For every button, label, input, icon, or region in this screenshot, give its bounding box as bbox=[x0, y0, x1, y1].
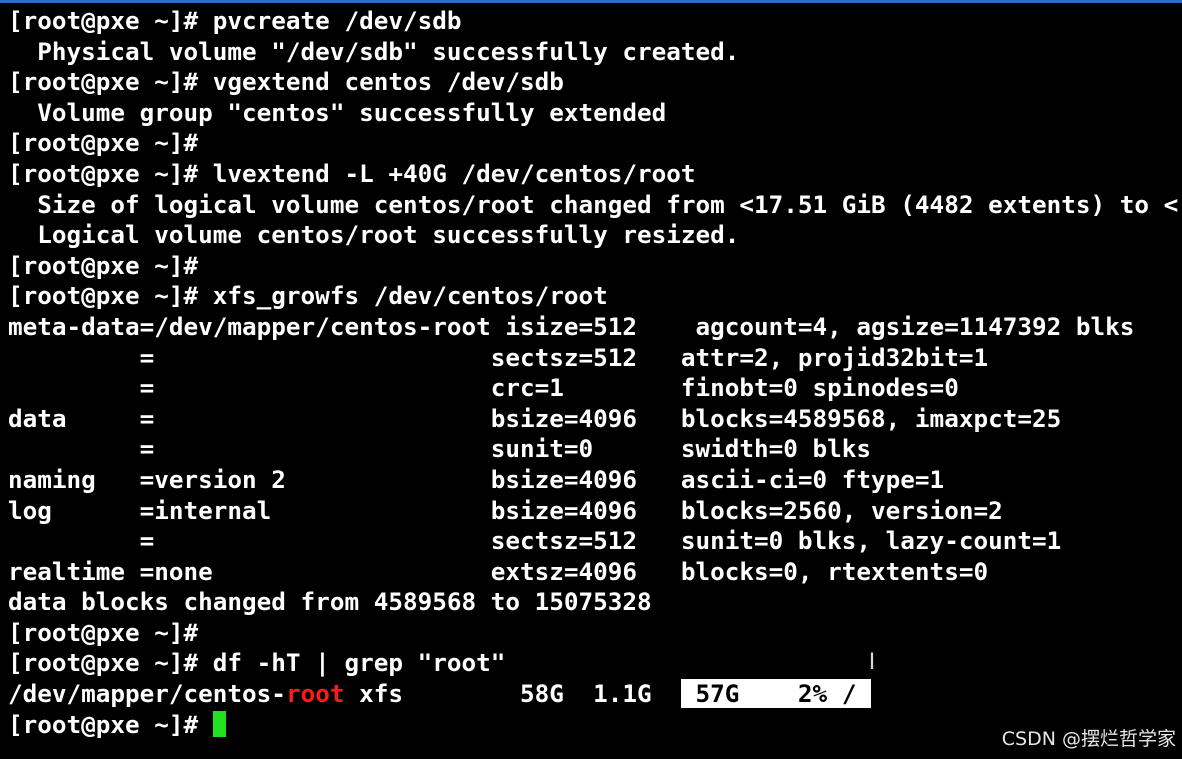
line-text: = sectsz=512 sunit=0 blks, lazy-count=1 bbox=[8, 526, 1062, 556]
line-text: [root@pxe ~]# pvcreate /dev/sdb bbox=[8, 6, 462, 35]
mouse-ibeam-icon: I bbox=[868, 650, 876, 675]
terminal-line: Logical volume centos/root successfully … bbox=[0, 220, 1182, 251]
line-text: [root@pxe ~]# lvextend -L +40G /dev/cent… bbox=[8, 158, 696, 188]
terminal-line: realtime =none extsz=4096 blocks=0, rtex… bbox=[0, 557, 1182, 588]
watermark: CSDN @摆烂哲学家 bbox=[1001, 728, 1176, 750]
line-text: Physical volume "/dev/sdb" successfully … bbox=[8, 36, 740, 66]
line-text: [root@pxe ~]# xfs_growfs /dev/centos/roo… bbox=[8, 281, 608, 311]
df-output-line: /dev/mapper/centos-root xfs 58G 1.1G 57G… bbox=[0, 679, 1182, 710]
terminal-line: [root@pxe ~]# bbox=[0, 618, 1182, 649]
line-text: data = bsize=4096 blocks=4589568, imaxpc… bbox=[8, 403, 1062, 433]
terminal-line: [root@pxe ~]# xfs_growfs /dev/centos/roo… bbox=[0, 281, 1182, 312]
terminal-line: Size of logical volume centos/root chang… bbox=[0, 190, 1182, 221]
window-top-border bbox=[0, 0, 1182, 3]
line-text: Size of logical volume centos/root chang… bbox=[8, 189, 1179, 219]
line-text: Volume group "centos" successfully exten… bbox=[8, 97, 667, 127]
terminal-line: = crc=1 finobt=0 spinodes=0 bbox=[0, 373, 1182, 404]
terminal-line: = sectsz=512 attr=2, projid32bit=1 bbox=[0, 343, 1182, 374]
line-text: [root@pxe ~]# bbox=[8, 250, 199, 280]
line-text: = sectsz=512 attr=2, projid32bit=1 bbox=[8, 342, 989, 372]
terminal-line: [root@pxe ~]# df -hT | grep "root" bbox=[0, 648, 1182, 679]
line-text: [root@pxe ~]# vgextend centos /dev/sdb bbox=[8, 67, 564, 97]
line-text: [root@pxe ~]# bbox=[8, 128, 199, 158]
line-text: realtime =none extsz=4096 blocks=0, rtex… bbox=[8, 556, 989, 586]
terminal-line: data blocks changed from 4589568 to 1507… bbox=[0, 587, 1182, 618]
line-text: = crc=1 finobt=0 spinodes=0 bbox=[8, 373, 959, 403]
terminal-line: naming =version 2 bsize=4096 ascii-ci=0 … bbox=[0, 465, 1182, 496]
grep-match-highlight: root bbox=[285, 679, 345, 709]
line-text: [root@pxe ~]# df -hT | grep "root" bbox=[8, 648, 506, 678]
line-text: Logical volume centos/root successfully … bbox=[8, 220, 740, 250]
df-device-prefix: /dev/mapper/centos- bbox=[8, 679, 286, 709]
line-text: log =internal bsize=4096 blocks=2560, ve… bbox=[8, 495, 1003, 525]
terminal-line: = sectsz=512 sunit=0 blks, lazy-count=1 bbox=[0, 526, 1182, 557]
line-text: naming =version 2 bsize=4096 ascii-ci=0 … bbox=[8, 464, 945, 494]
df-columns: xfs 58G 1.1G bbox=[344, 679, 681, 709]
terminal-line: [root@pxe ~]# bbox=[0, 128, 1182, 159]
terminal-line: [root@pxe ~]# pvcreate /dev/sdb bbox=[0, 6, 1182, 37]
terminal-line: Volume group "centos" successfully exten… bbox=[0, 98, 1182, 129]
terminal-line: [root@pxe ~]# bbox=[0, 251, 1182, 282]
line-text: data blocks changed from 4589568 to 1507… bbox=[8, 587, 652, 617]
line-text: [root@pxe ~]# bbox=[8, 617, 199, 647]
shell-prompt: [root@pxe ~]# bbox=[8, 709, 213, 739]
terminal-window[interactable]: [root@pxe ~]# pvcreate /dev/sdb Physical… bbox=[0, 6, 1182, 759]
terminal-line: meta-data=/dev/mapper/centos-root isize=… bbox=[0, 312, 1182, 343]
line-text: meta-data=/dev/mapper/centos-root isize=… bbox=[8, 311, 1135, 341]
selected-text[interactable]: 57G 2% / bbox=[680, 679, 872, 709]
terminal-line: log =internal bsize=4096 blocks=2560, ve… bbox=[0, 496, 1182, 527]
line-text: = sunit=0 swidth=0 blks bbox=[8, 434, 872, 464]
terminal-line: [root@pxe ~]# lvextend -L +40G /dev/cent… bbox=[0, 159, 1182, 190]
terminal-line: = sunit=0 swidth=0 blks bbox=[0, 434, 1182, 465]
text-cursor bbox=[212, 710, 226, 737]
terminal-line: Physical volume "/dev/sdb" successfully … bbox=[0, 37, 1182, 68]
terminal-line: [root@pxe ~]# vgextend centos /dev/sdb bbox=[0, 67, 1182, 98]
terminal-line: data = bsize=4096 blocks=4589568, imaxpc… bbox=[0, 404, 1182, 435]
